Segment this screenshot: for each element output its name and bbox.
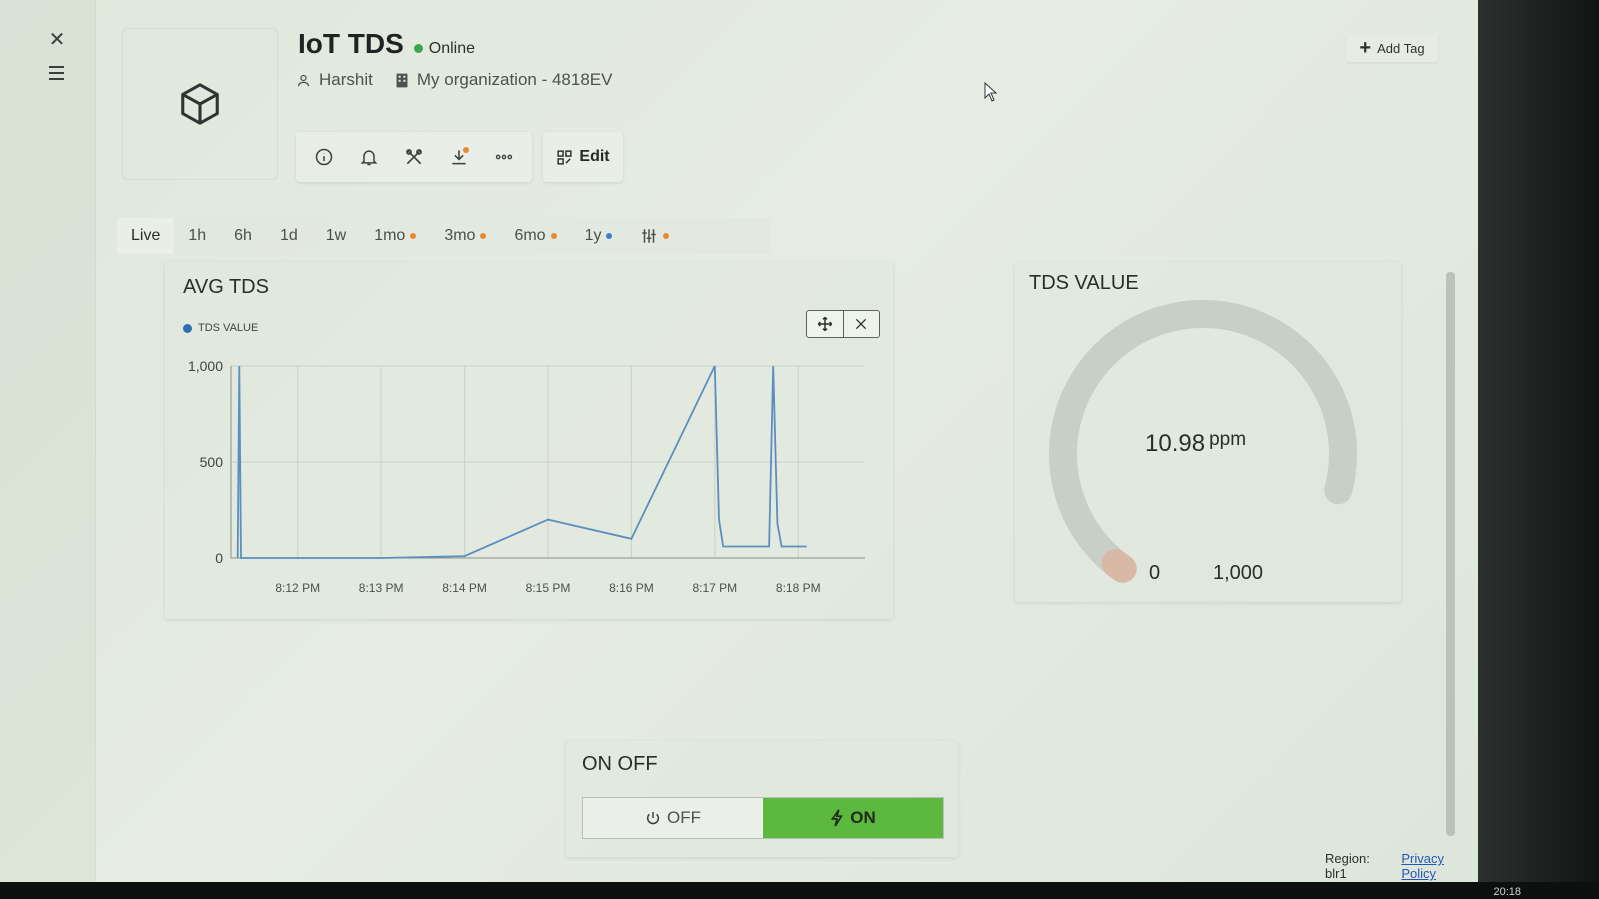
range-tab-live[interactable]: Live — [117, 218, 175, 254]
range-tab-1d[interactable]: 1d — [266, 218, 312, 254]
power-icon — [646, 812, 660, 825]
range-tab-6h[interactable]: 6h — [220, 218, 266, 254]
range-label: 3mo — [444, 227, 476, 244]
premium-dot — [410, 233, 417, 239]
lightning-icon — [831, 809, 844, 827]
range-label: 6h — [234, 227, 252, 244]
bell-icon — [360, 150, 378, 166]
tools-button[interactable] — [398, 141, 430, 173]
range-label: 1w — [325, 227, 347, 244]
x-tick-label: 8:14 PM — [442, 581, 487, 595]
organization-name: My organization - 4818EV — [416, 70, 613, 89]
gauge-max-label: 1,000 — [1213, 562, 1264, 584]
range-label: 1y — [584, 227, 602, 244]
privacy-policy-link[interactable]: Privacy Policy — [1401, 851, 1478, 881]
premium-dot — [550, 233, 557, 239]
screen-bezel — [1478, 0, 1599, 899]
tds-gauge-card: TDS VALUE 10.98 ppm 0 1,000 — [1015, 262, 1401, 602]
plus-icon: + — [1359, 37, 1372, 59]
x-tick-label: 8:13 PM — [359, 581, 404, 595]
owner-name: Harshit — [319, 70, 373, 89]
range-tab-1w[interactable]: 1w — [312, 218, 360, 254]
x-tick-label: 8:18 PM — [776, 581, 821, 595]
add-tag-button[interactable]: + Add Tag — [1346, 34, 1438, 62]
info-button[interactable] — [308, 141, 340, 173]
gauge-value-number: 10.98 — [1145, 430, 1206, 457]
on-button[interactable]: ON — [763, 798, 943, 838]
time-range-selector: Live 1h 6h 1d 1w 1mo 3mo 6mo 1y — [117, 218, 771, 254]
edit-label: Edit — [579, 148, 610, 165]
download-button[interactable] — [443, 141, 475, 173]
off-button[interactable]: OFF — [583, 798, 763, 838]
switch-title: ON OFF — [582, 753, 658, 775]
footer: Region: blr1 Privacy Policy — [1325, 851, 1478, 881]
edit-dashboard-icon — [557, 149, 572, 165]
page-scrollbar[interactable] — [1446, 272, 1455, 836]
range-tab-1h[interactable]: 1h — [174, 218, 220, 254]
range-tab-3mo[interactable]: 3mo — [430, 218, 500, 254]
notifications-button[interactable] — [353, 141, 385, 173]
x-tick-label: 8:12 PM — [275, 581, 320, 595]
device-meta: Harshit My organization - 4818EV — [296, 70, 612, 90]
info-icon — [316, 148, 333, 166]
download-badge-dot — [462, 147, 469, 153]
range-label: 1d — [279, 227, 298, 244]
close-icon[interactable]: ✕ — [44, 26, 70, 52]
owner-link[interactable]: Harshit — [296, 70, 373, 90]
range-label: Live — [131, 227, 161, 244]
gauge-value: 10.98 ppm — [1145, 429, 1247, 458]
x-tick-label: 8:17 PM — [692, 581, 737, 595]
sliders-icon — [642, 229, 657, 243]
more-button[interactable] — [488, 141, 520, 173]
premium-dot — [606, 233, 613, 239]
device-title-row: IoT TDS Online — [298, 28, 475, 60]
segmented-switch: OFF ON — [582, 797, 944, 839]
gauge-min-label: 0 — [1149, 562, 1161, 584]
status-text: Online — [428, 39, 476, 57]
x-tick-label: 8:15 PM — [526, 581, 571, 595]
edit-button[interactable]: Edit — [543, 132, 623, 182]
on-label: ON — [850, 808, 876, 827]
off-label: OFF — [667, 808, 701, 827]
user-icon — [297, 74, 310, 86]
y-tick-label: 500 — [200, 454, 224, 470]
gauge-fill — [1101, 549, 1137, 583]
range-tab-1y[interactable]: 1y — [571, 218, 627, 254]
app-screen: ✕ IoT TDS Online Harshit My organization… — [0, 0, 1478, 882]
device-image — [122, 28, 278, 180]
range-label: 6mo — [514, 227, 546, 244]
clock-text: 20:18 — [1493, 886, 1521, 898]
premium-dot — [480, 233, 487, 239]
mouse-cursor-icon — [984, 82, 998, 102]
tools-icon — [406, 149, 422, 165]
range-tab-1mo[interactable]: 1mo — [360, 218, 430, 254]
range-label: 1h — [188, 227, 207, 244]
cube-icon — [181, 83, 219, 125]
add-tag-label: Add Tag — [1377, 40, 1425, 56]
on-off-switch-card: ON OFF OFF ON — [566, 741, 958, 857]
avg-tds-chart-card: AVG TDS TDS VALUE 8:12 PM 8:13 PM 8:14 PM 8… — [165, 262, 893, 619]
device-toolbar — [296, 132, 532, 182]
x-tick-label: 8:16 PM — [609, 581, 654, 595]
device-name: IoT TDS — [298, 28, 404, 59]
online-dot-icon — [413, 44, 423, 53]
gauge-unit: ppm — [1209, 429, 1247, 450]
left-rail — [0, 0, 96, 882]
more-icon — [495, 154, 512, 160]
region-label: Region: blr1 — [1325, 851, 1370, 881]
custom-range-button[interactable] — [626, 218, 683, 254]
y-tick-label: 1,000 — [188, 358, 223, 374]
organization-link[interactable]: My organization - 4818EV — [395, 70, 613, 90]
hamburger-menu-icon[interactable] — [43, 62, 69, 84]
range-tab-6mo[interactable]: 6mo — [500, 218, 570, 254]
taskbar: 20:18 — [0, 882, 1599, 899]
range-label: 1mo — [374, 227, 406, 244]
premium-dot — [663, 233, 670, 239]
status-badge: Online — [413, 39, 476, 58]
building-icon — [396, 73, 408, 87]
y-tick-label: 0 — [215, 550, 223, 566]
tds-line-chart: 8:12 PM 8:13 PM 8:14 PM 8:15 PM 8:16 PM 8:17 … — [188, 358, 865, 595]
